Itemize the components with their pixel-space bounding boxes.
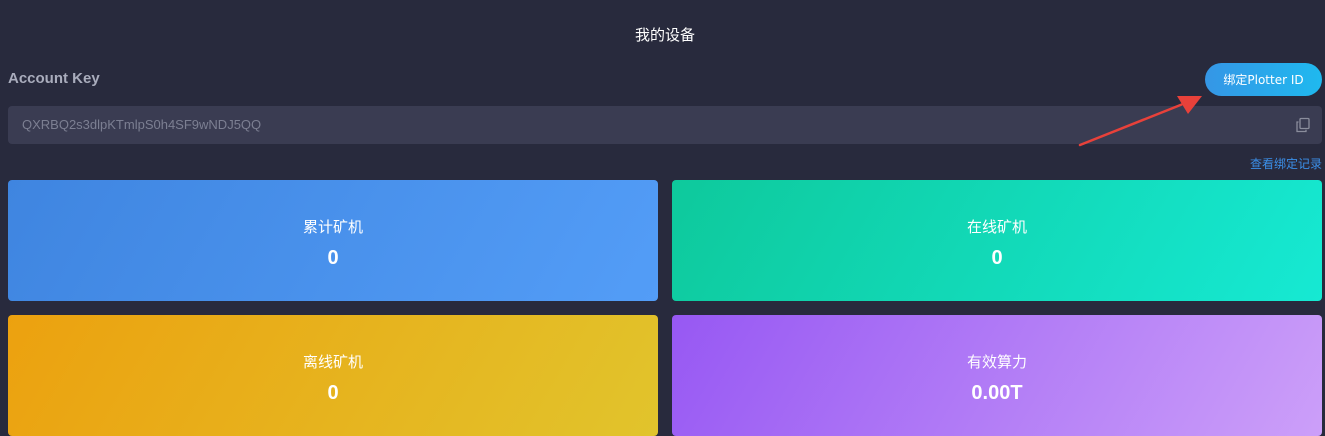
copy-icon[interactable] xyxy=(1295,117,1311,133)
stat-label: 累计矿机 xyxy=(302,217,363,236)
stat-value: 0 xyxy=(327,246,339,269)
page-title: 我的设备 xyxy=(634,26,695,44)
stat-value: 0.00T xyxy=(971,381,1023,404)
stat-value: 0 xyxy=(991,246,1003,269)
stat-card-effective-power: 有效算力 0.00T xyxy=(672,315,1322,436)
stat-value: 0 xyxy=(327,381,339,404)
stat-label: 在线矿机 xyxy=(966,217,1027,236)
stat-card-online-miners: 在线矿机 0 xyxy=(672,180,1322,301)
bind-plotter-id-button[interactable]: 绑定Plotter ID xyxy=(1205,63,1322,96)
stat-label: 有效算力 xyxy=(966,352,1027,371)
account-key-value: QXRBQ2s3dlpKTmlpS0h4SF9wNDJ5QQ xyxy=(22,117,262,132)
account-key-field[interactable]: QXRBQ2s3dlpKTmlpS0h4SF9wNDJ5QQ xyxy=(8,106,1322,144)
view-binding-history-link[interactable]: 查看绑定记录 xyxy=(1250,155,1322,172)
stat-card-total-miners: 累计矿机 0 xyxy=(8,180,658,301)
account-key-label: Account Key xyxy=(8,70,100,87)
stat-label: 离线矿机 xyxy=(302,352,363,371)
stat-card-offline-miners: 离线矿机 0 xyxy=(8,315,658,436)
